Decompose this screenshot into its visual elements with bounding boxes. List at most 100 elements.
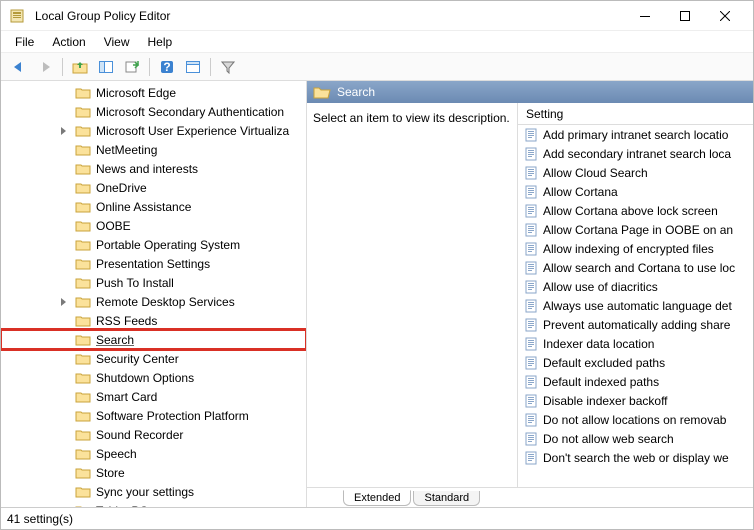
folder-icon: [75, 105, 91, 119]
setting-item[interactable]: Allow Cortana Page in OOBE on an: [518, 220, 753, 239]
tree-item[interactable]: Presentation Settings: [1, 254, 306, 273]
tree-item[interactable]: Shutdown Options: [1, 368, 306, 387]
tree-item[interactable]: Remote Desktop Services: [1, 292, 306, 311]
menu-view[interactable]: View: [96, 32, 138, 52]
setting-item[interactable]: Prevent automatically adding share: [518, 315, 753, 334]
setting-item[interactable]: Default indexed paths: [518, 372, 753, 391]
policy-icon: [524, 280, 538, 294]
setting-item[interactable]: Allow Cortana: [518, 182, 753, 201]
settings-list[interactable]: Add primary intranet search locatio Add s…: [518, 125, 753, 487]
folder-icon: [75, 314, 91, 328]
setting-item[interactable]: Allow Cloud Search: [518, 163, 753, 182]
back-button[interactable]: [7, 56, 31, 78]
tree-item-label: Microsoft User Experience Virtualiza: [96, 124, 289, 138]
show-hide-tree-button[interactable]: [94, 56, 118, 78]
tree-item[interactable]: News and interests: [1, 159, 306, 178]
tree-item[interactable]: Security Center: [1, 349, 306, 368]
setting-item[interactable]: Add secondary intranet search loca: [518, 144, 753, 163]
policy-icon: [524, 223, 538, 237]
tree-item-label: Presentation Settings: [96, 257, 210, 271]
setting-label: Always use automatic language det: [543, 299, 732, 313]
tree-item-label: Microsoft Edge: [96, 86, 176, 100]
tree-item[interactable]: Sync your settings: [1, 482, 306, 501]
setting-label: Default excluded paths: [543, 356, 665, 370]
tree-item-label: Smart Card: [96, 390, 157, 404]
tree-item[interactable]: Software Protection Platform: [1, 406, 306, 425]
description-text: Select an item to view its description.: [307, 103, 517, 487]
details-pane: Search Select an item to view its descri…: [307, 81, 753, 507]
folder-open-icon: [313, 85, 331, 99]
tree-item[interactable]: OOBE: [1, 216, 306, 235]
tree-item-label: Shutdown Options: [96, 371, 194, 385]
tree-item[interactable]: RSS Feeds: [1, 311, 306, 330]
folder-icon: [75, 371, 91, 385]
setting-item[interactable]: Add primary intranet search locatio: [518, 125, 753, 144]
setting-item[interactable]: Disable indexer backoff: [518, 391, 753, 410]
view-tabs: Extended Standard: [307, 487, 753, 507]
menu-file[interactable]: File: [7, 32, 42, 52]
setting-item[interactable]: Allow search and Cortana to use loc: [518, 258, 753, 277]
tree-item[interactable]: Smart Card: [1, 387, 306, 406]
setting-item[interactable]: Indexer data location: [518, 334, 753, 353]
setting-label: Default indexed paths: [543, 375, 659, 389]
filter-button[interactable]: [216, 56, 240, 78]
folder-icon: [75, 238, 91, 252]
tree-item[interactable]: Microsoft Edge: [1, 83, 306, 102]
maximize-button[interactable]: [665, 2, 705, 30]
tree-item[interactable]: Speech: [1, 444, 306, 463]
folder-icon: [75, 333, 91, 347]
close-button[interactable]: [705, 2, 745, 30]
tree-item[interactable]: Tablet PC: [1, 501, 306, 507]
folder-icon: [75, 485, 91, 499]
window-title: Local Group Policy Editor: [31, 9, 625, 23]
tree-item-label: Software Protection Platform: [96, 409, 249, 423]
tree-item-label: Portable Operating System: [96, 238, 240, 252]
tab-standard[interactable]: Standard: [413, 491, 480, 506]
minimize-button[interactable]: [625, 2, 665, 30]
tree-item[interactable]: OneDrive: [1, 178, 306, 197]
policy-icon: [524, 394, 538, 408]
setting-item[interactable]: Default excluded paths: [518, 353, 753, 372]
policy-icon: [524, 147, 538, 161]
tree[interactable]: Microsoft Edge Microsoft Secondary Authen…: [1, 81, 306, 507]
setting-item[interactable]: Allow use of diacritics: [518, 277, 753, 296]
folder-icon: [75, 466, 91, 480]
export-list-button[interactable]: [120, 56, 144, 78]
setting-label: Allow Cortana above lock screen: [543, 204, 718, 218]
setting-label: Add secondary intranet search loca: [543, 147, 731, 161]
tree-item[interactable]: Store: [1, 463, 306, 482]
setting-label: Allow search and Cortana to use loc: [543, 261, 735, 275]
tree-item[interactable]: Online Assistance: [1, 197, 306, 216]
tree-item[interactable]: NetMeeting: [1, 140, 306, 159]
tree-item[interactable]: Microsoft User Experience Virtualiza: [1, 121, 306, 140]
setting-item[interactable]: Don't search the web or display we: [518, 448, 753, 467]
up-button[interactable]: [68, 56, 92, 78]
tab-extended[interactable]: Extended: [343, 490, 411, 506]
tree-item[interactable]: Microsoft Secondary Authentication: [1, 102, 306, 121]
tree-item-label: NetMeeting: [96, 143, 157, 157]
policy-icon: [524, 261, 538, 275]
setting-item[interactable]: Allow Cortana above lock screen: [518, 201, 753, 220]
tree-item-label: Search: [96, 333, 134, 347]
policy-icon: [524, 318, 538, 332]
menu-action[interactable]: Action: [44, 32, 93, 52]
setting-item[interactable]: Allow indexing of encrypted files: [518, 239, 753, 258]
setting-item[interactable]: Always use automatic language det: [518, 296, 753, 315]
content-area: Microsoft Edge Microsoft Secondary Authen…: [1, 81, 753, 507]
tree-item-label: Remote Desktop Services: [96, 295, 235, 309]
help-button[interactable]: ?: [155, 56, 179, 78]
toolbar-separator: [62, 58, 63, 76]
settings-column-header[interactable]: Setting: [518, 103, 753, 125]
menu-help[interactable]: Help: [140, 32, 181, 52]
tree-item[interactable]: Sound Recorder: [1, 425, 306, 444]
setting-item[interactable]: Do not allow web search: [518, 429, 753, 448]
options-button[interactable]: [181, 56, 205, 78]
tree-item[interactable]: Search: [1, 330, 306, 349]
setting-item[interactable]: Do not allow locations on removab: [518, 410, 753, 429]
tree-item[interactable]: Portable Operating System: [1, 235, 306, 254]
status-bar: 41 setting(s): [1, 507, 753, 529]
tree-item-label: Sound Recorder: [96, 428, 183, 442]
tree-item[interactable]: Push To Install: [1, 273, 306, 292]
tree-pane: Microsoft Edge Microsoft Secondary Authen…: [1, 81, 307, 507]
forward-button[interactable]: [33, 56, 57, 78]
